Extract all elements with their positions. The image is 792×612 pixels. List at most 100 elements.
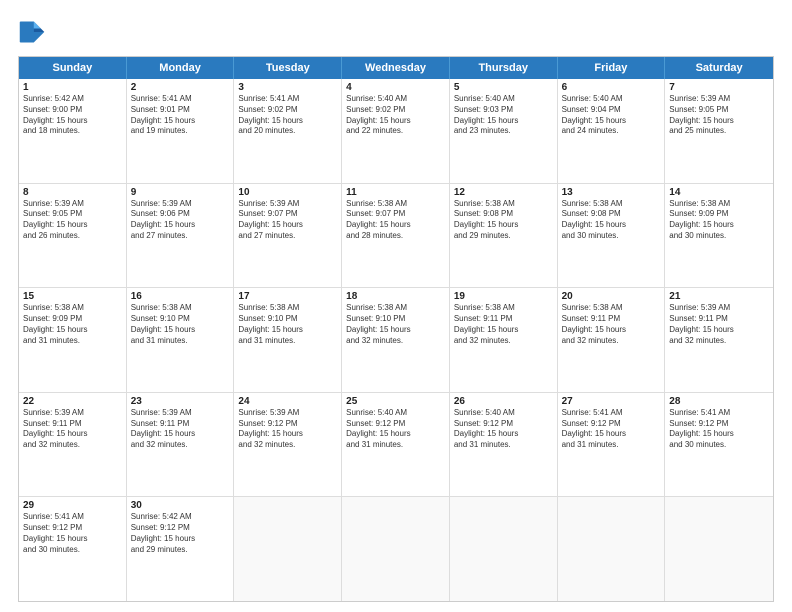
calendar-body: 1Sunrise: 5:42 AMSunset: 9:00 PMDaylight… — [19, 79, 773, 601]
day-info: Sunrise: 5:40 AMSunset: 9:03 PMDaylight:… — [454, 94, 553, 137]
day-number: 14 — [669, 187, 769, 198]
day-number: 6 — [562, 82, 661, 93]
day-number: 24 — [238, 396, 337, 407]
calendar: SundayMondayTuesdayWednesdayThursdayFrid… — [18, 56, 774, 602]
logo — [18, 18, 50, 46]
day-number: 16 — [131, 291, 230, 302]
day-info: Sunrise: 5:41 AMSunset: 9:12 PMDaylight:… — [669, 408, 769, 451]
calendar-day-16: 16Sunrise: 5:38 AMSunset: 9:10 PMDayligh… — [127, 288, 235, 392]
day-number: 29 — [23, 500, 122, 511]
calendar-day-20: 20Sunrise: 5:38 AMSunset: 9:11 PMDayligh… — [558, 288, 666, 392]
calendar-day-empty-4-3 — [342, 497, 450, 601]
day-info: Sunrise: 5:41 AMSunset: 9:12 PMDaylight:… — [23, 512, 122, 555]
day-info: Sunrise: 5:38 AMSunset: 9:10 PMDaylight:… — [346, 303, 445, 346]
weekday-header-tuesday: Tuesday — [234, 57, 342, 79]
day-number: 5 — [454, 82, 553, 93]
day-info: Sunrise: 5:39 AMSunset: 9:07 PMDaylight:… — [238, 199, 337, 242]
calendar-row-4: 22Sunrise: 5:39 AMSunset: 9:11 PMDayligh… — [19, 393, 773, 498]
calendar-day-empty-4-5 — [558, 497, 666, 601]
day-number: 11 — [346, 187, 445, 198]
day-number: 18 — [346, 291, 445, 302]
day-number: 23 — [131, 396, 230, 407]
day-number: 8 — [23, 187, 122, 198]
day-info: Sunrise: 5:38 AMSunset: 9:08 PMDaylight:… — [454, 199, 553, 242]
day-info: Sunrise: 5:41 AMSunset: 9:12 PMDaylight:… — [562, 408, 661, 451]
calendar-day-empty-4-2 — [234, 497, 342, 601]
calendar-day-empty-4-4 — [450, 497, 558, 601]
day-number: 17 — [238, 291, 337, 302]
calendar-day-21: 21Sunrise: 5:39 AMSunset: 9:11 PMDayligh… — [665, 288, 773, 392]
calendar-day-5: 5Sunrise: 5:40 AMSunset: 9:03 PMDaylight… — [450, 79, 558, 183]
day-info: Sunrise: 5:38 AMSunset: 9:10 PMDaylight:… — [238, 303, 337, 346]
calendar-day-empty-4-6 — [665, 497, 773, 601]
calendar-day-30: 30Sunrise: 5:42 AMSunset: 9:12 PMDayligh… — [127, 497, 235, 601]
calendar-day-29: 29Sunrise: 5:41 AMSunset: 9:12 PMDayligh… — [19, 497, 127, 601]
calendar-day-14: 14Sunrise: 5:38 AMSunset: 9:09 PMDayligh… — [665, 184, 773, 288]
day-info: Sunrise: 5:39 AMSunset: 9:06 PMDaylight:… — [131, 199, 230, 242]
day-info: Sunrise: 5:40 AMSunset: 9:12 PMDaylight:… — [346, 408, 445, 451]
day-number: 3 — [238, 82, 337, 93]
calendar-header: SundayMondayTuesdayWednesdayThursdayFrid… — [19, 57, 773, 79]
calendar-day-13: 13Sunrise: 5:38 AMSunset: 9:08 PMDayligh… — [558, 184, 666, 288]
calendar-day-12: 12Sunrise: 5:38 AMSunset: 9:08 PMDayligh… — [450, 184, 558, 288]
day-number: 12 — [454, 187, 553, 198]
day-number: 28 — [669, 396, 769, 407]
calendar-day-26: 26Sunrise: 5:40 AMSunset: 9:12 PMDayligh… — [450, 393, 558, 497]
calendar-day-19: 19Sunrise: 5:38 AMSunset: 9:11 PMDayligh… — [450, 288, 558, 392]
day-info: Sunrise: 5:39 AMSunset: 9:05 PMDaylight:… — [23, 199, 122, 242]
day-number: 15 — [23, 291, 122, 302]
day-number: 9 — [131, 187, 230, 198]
day-info: Sunrise: 5:38 AMSunset: 9:11 PMDaylight:… — [562, 303, 661, 346]
calendar-row-2: 8Sunrise: 5:39 AMSunset: 9:05 PMDaylight… — [19, 184, 773, 289]
calendar-day-23: 23Sunrise: 5:39 AMSunset: 9:11 PMDayligh… — [127, 393, 235, 497]
day-info: Sunrise: 5:38 AMSunset: 9:09 PMDaylight:… — [669, 199, 769, 242]
calendar-day-1: 1Sunrise: 5:42 AMSunset: 9:00 PMDaylight… — [19, 79, 127, 183]
day-number: 20 — [562, 291, 661, 302]
day-info: Sunrise: 5:39 AMSunset: 9:05 PMDaylight:… — [669, 94, 769, 137]
day-info: Sunrise: 5:39 AMSunset: 9:11 PMDaylight:… — [131, 408, 230, 451]
day-number: 25 — [346, 396, 445, 407]
calendar-day-2: 2Sunrise: 5:41 AMSunset: 9:01 PMDaylight… — [127, 79, 235, 183]
page: SundayMondayTuesdayWednesdayThursdayFrid… — [0, 0, 792, 612]
day-info: Sunrise: 5:41 AMSunset: 9:01 PMDaylight:… — [131, 94, 230, 137]
day-info: Sunrise: 5:40 AMSunset: 9:02 PMDaylight:… — [346, 94, 445, 137]
day-info: Sunrise: 5:39 AMSunset: 9:12 PMDaylight:… — [238, 408, 337, 451]
day-number: 2 — [131, 82, 230, 93]
day-number: 7 — [669, 82, 769, 93]
calendar-day-25: 25Sunrise: 5:40 AMSunset: 9:12 PMDayligh… — [342, 393, 450, 497]
day-info: Sunrise: 5:38 AMSunset: 9:09 PMDaylight:… — [23, 303, 122, 346]
calendar-day-18: 18Sunrise: 5:38 AMSunset: 9:10 PMDayligh… — [342, 288, 450, 392]
day-info: Sunrise: 5:42 AMSunset: 9:00 PMDaylight:… — [23, 94, 122, 137]
weekday-header-sunday: Sunday — [19, 57, 127, 79]
weekday-header-monday: Monday — [127, 57, 235, 79]
calendar-day-11: 11Sunrise: 5:38 AMSunset: 9:07 PMDayligh… — [342, 184, 450, 288]
calendar-row-3: 15Sunrise: 5:38 AMSunset: 9:09 PMDayligh… — [19, 288, 773, 393]
day-number: 21 — [669, 291, 769, 302]
weekday-header-saturday: Saturday — [665, 57, 773, 79]
day-info: Sunrise: 5:39 AMSunset: 9:11 PMDaylight:… — [23, 408, 122, 451]
calendar-day-9: 9Sunrise: 5:39 AMSunset: 9:06 PMDaylight… — [127, 184, 235, 288]
day-number: 1 — [23, 82, 122, 93]
weekday-header-wednesday: Wednesday — [342, 57, 450, 79]
day-number: 27 — [562, 396, 661, 407]
day-number: 22 — [23, 396, 122, 407]
calendar-row-5: 29Sunrise: 5:41 AMSunset: 9:12 PMDayligh… — [19, 497, 773, 601]
calendar-day-4: 4Sunrise: 5:40 AMSunset: 9:02 PMDaylight… — [342, 79, 450, 183]
day-info: Sunrise: 5:38 AMSunset: 9:08 PMDaylight:… — [562, 199, 661, 242]
day-number: 19 — [454, 291, 553, 302]
calendar-day-28: 28Sunrise: 5:41 AMSunset: 9:12 PMDayligh… — [665, 393, 773, 497]
day-info: Sunrise: 5:42 AMSunset: 9:12 PMDaylight:… — [131, 512, 230, 555]
weekday-header-thursday: Thursday — [450, 57, 558, 79]
day-info: Sunrise: 5:40 AMSunset: 9:04 PMDaylight:… — [562, 94, 661, 137]
calendar-day-15: 15Sunrise: 5:38 AMSunset: 9:09 PMDayligh… — [19, 288, 127, 392]
day-info: Sunrise: 5:38 AMSunset: 9:11 PMDaylight:… — [454, 303, 553, 346]
calendar-day-17: 17Sunrise: 5:38 AMSunset: 9:10 PMDayligh… — [234, 288, 342, 392]
day-info: Sunrise: 5:39 AMSunset: 9:11 PMDaylight:… — [669, 303, 769, 346]
day-info: Sunrise: 5:40 AMSunset: 9:12 PMDaylight:… — [454, 408, 553, 451]
calendar-day-27: 27Sunrise: 5:41 AMSunset: 9:12 PMDayligh… — [558, 393, 666, 497]
day-number: 26 — [454, 396, 553, 407]
logo-icon — [18, 18, 46, 46]
day-number: 30 — [131, 500, 230, 511]
header — [18, 18, 774, 46]
calendar-day-10: 10Sunrise: 5:39 AMSunset: 9:07 PMDayligh… — [234, 184, 342, 288]
